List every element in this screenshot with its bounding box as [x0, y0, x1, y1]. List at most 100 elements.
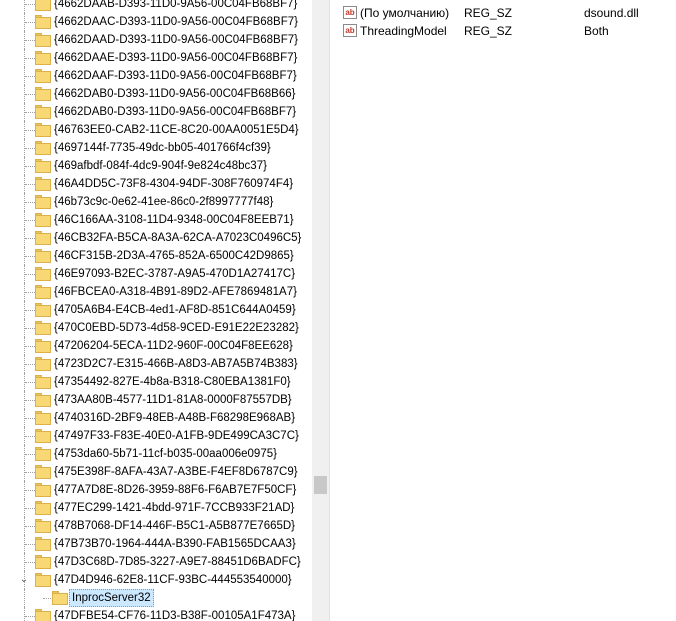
value-row[interactable]: ab ThreadingModel REG_SZ Both: [335, 22, 675, 40]
tree-item-label: {4697144f-7735-49dc-bb05-401766f4cf39}: [54, 142, 271, 154]
tree-key-item[interactable]: {478B7068-DF14-446F-B5C1-A5B877E7665D}: [0, 517, 312, 535]
tree-key-item[interactable]: {47206204-5ECA-11D2-960F-00C04F8EE628}: [0, 337, 312, 355]
value-row[interactable]: ab (По умолчанию) REG_SZ dsound.dll: [335, 4, 675, 22]
tree-branch-line: [25, 76, 35, 77]
tree-guide-line: [24, 607, 25, 621]
tree-guide-line: [24, 589, 25, 607]
value-data: dsound.dll: [584, 6, 639, 20]
tree-key-item[interactable]: {46FBCEA0-A318-4B91-89D2-AFE7869481A7}: [0, 283, 312, 301]
tree-item-label: {477EC299-1421-4bdd-971F-7CCB933F21AD}: [54, 502, 295, 514]
tree-key-item[interactable]: {46763EE0-CAB2-11CE-8C20-00AA0051E5D4}: [0, 121, 312, 139]
tree-key-item[interactable]: {46E97093-B2EC-3787-A9A5-470D1A27417C}: [0, 265, 312, 283]
tree-key-item[interactable]: {46CF315B-2D3A-4765-852A-6500C42D9865}: [0, 247, 312, 265]
folder-icon: [35, 321, 51, 335]
registry-key-tree[interactable]: {4662DAAB-D393-11D0-9A56-00C04FB68BF7} {4…: [0, 0, 312, 621]
folder-icon: [35, 555, 51, 569]
tree-key-item[interactable]: {4662DAAC-D393-11D0-9A56-00C04FB68BF7}: [0, 13, 312, 31]
registry-values-list[interactable]: ab (По умолчанию) REG_SZ dsound.dll ab Thread…: [335, 0, 676, 621]
folder-icon: [35, 393, 51, 407]
tree-branch-line: [25, 112, 35, 113]
tree-key-item[interactable]: {47497F33-F83E-40E0-A1FB-9DE499CA3C7C}: [0, 427, 312, 445]
tree-item-label: {46A4DD5C-73F8-4304-94DF-308F760974F4}: [54, 178, 294, 190]
tree-item-label: {47D3C68D-7D85-3227-A9E7-88451D6BADFC}: [54, 556, 301, 568]
folder-icon: [35, 609, 51, 621]
folder-icon: [35, 465, 51, 479]
tree-item-label: {46b73c9c-0e62-41ee-86c0-2f8997777f48}: [54, 196, 274, 208]
tree-branch-line: [25, 616, 35, 617]
folder-icon: [35, 483, 51, 497]
tree-key-item[interactable]: {475E398F-8AFA-43A7-A3BE-F4EF8D6787C9}: [0, 463, 312, 481]
folder-icon: [35, 213, 51, 227]
value-type: REG_SZ: [464, 6, 513, 20]
folder-icon: [35, 33, 51, 47]
tree-key-item[interactable]: {4662DAAE-D393-11D0-9A56-00C04FB68BF7}: [0, 49, 312, 67]
tree-item-label: {470C0EBD-5D73-4d58-9CED-E91E22E23282}: [54, 322, 299, 334]
tree-item-label: {46763EE0-CAB2-11CE-8C20-00AA0051E5D4}: [54, 124, 299, 136]
tree-branch-line: [25, 202, 35, 203]
tree-key-item[interactable]: {4705A6B4-E4CB-4ed1-AF8D-851C644A0459}: [0, 301, 312, 319]
tree-item-label: {4662DAB0-D393-11D0-9A56-00C04FB68BF7}: [54, 106, 297, 118]
tree-key-item[interactable]: {47354492-827E-4b8a-B318-C80EBA1381F0}: [0, 373, 312, 391]
tree-key-item[interactable]: {4662DAAF-D393-11D0-9A56-00C04FB68BF7}: [0, 67, 312, 85]
tree-item-label: {4753da60-5b71-11cf-b035-00aa006e0975}: [54, 448, 277, 460]
tree-key-item[interactable]: {470C0EBD-5D73-4d58-9CED-E91E22E23282}: [0, 319, 312, 337]
tree-key-item[interactable]: {4662DAAB-D393-11D0-9A56-00C04FB68BF7}: [0, 0, 312, 13]
folder-icon: [35, 123, 51, 137]
chevron-down-icon[interactable]: ⌄: [19, 575, 29, 585]
folder-icon: [35, 537, 51, 551]
tree-subkey-item[interactable]: InprocServer32: [0, 589, 312, 607]
tree-branch-line: [25, 274, 35, 275]
tree-key-item[interactable]: ⌄ {47D4D946-62E8-11CF-93BC-444553540000}: [0, 571, 312, 589]
tree-branch-line: [25, 490, 35, 491]
folder-icon: [35, 87, 51, 101]
tree-branch-line: [25, 256, 35, 257]
value-type: REG_SZ: [464, 24, 513, 38]
tree-key-item[interactable]: {46C166AA-3108-11D4-9348-00C04F8EEB71}: [0, 211, 312, 229]
tree-branch-line: [25, 526, 35, 527]
tree-rows: {4662DAAB-D393-11D0-9A56-00C04FB68BF7} {4…: [0, 0, 312, 621]
tree-key-item[interactable]: {477A7D8E-8D26-3959-88F6-F6AB7E7F50CF}: [0, 481, 312, 499]
tree-item-label: {46C166AA-3108-11D4-9348-00C04F8EEB71}: [54, 214, 294, 226]
tree-item-label: {4662DAAC-D393-11D0-9A56-00C04FB68BF7}: [54, 16, 298, 28]
tree-branch-line: [25, 310, 35, 311]
tree-branch-line: [25, 364, 35, 365]
tree-branch-line: [25, 562, 35, 563]
folder-icon: [35, 357, 51, 371]
tree-key-item[interactable]: {47D3C68D-7D85-3227-A9E7-88451D6BADFC}: [0, 553, 312, 571]
folder-icon: [35, 69, 51, 83]
tree-key-item[interactable]: {473AA80B-4577-11D1-81A8-0000F87557DB}: [0, 391, 312, 409]
tree-key-item[interactable]: {4662DAB0-D393-11D0-9A56-00C04FB68BF7}: [0, 103, 312, 121]
tree-key-item[interactable]: {46A4DD5C-73F8-4304-94DF-308F760974F4}: [0, 175, 312, 193]
tree-branch-line: [25, 328, 35, 329]
tree-key-item[interactable]: {469afbdf-084f-4dc9-904f-9e824c48bc37}: [0, 157, 312, 175]
folder-icon: [35, 267, 51, 281]
tree-branch-line: [25, 472, 35, 473]
tree-key-item[interactable]: {47DFBE54-CF76-11D3-B38F-00105A1F473A}: [0, 607, 312, 621]
tree-item-label: {4662DAAB-D393-11D0-9A56-00C04FB68BF7}: [54, 0, 298, 10]
folder-icon: [35, 105, 51, 119]
tree-key-item[interactable]: {4662DAAD-D393-11D0-9A56-00C04FB68BF7}: [0, 31, 312, 49]
tree-key-item[interactable]: {4740316D-2BF9-48EB-A48B-F68298E968AB}: [0, 409, 312, 427]
tree-item-label: {47497F33-F83E-40E0-A1FB-9DE499CA3C7C}: [54, 430, 299, 442]
tree-key-item[interactable]: {46b73c9c-0e62-41ee-86c0-2f8997777f48}: [0, 193, 312, 211]
tree-item-label: {47206204-5ECA-11D2-960F-00C04F8EE628}: [54, 340, 293, 352]
tree-vertical-scrollbar[interactable]: [312, 0, 329, 621]
scrollbar-thumb[interactable]: [314, 476, 327, 494]
tree-key-item[interactable]: {47B73B70-1964-444A-B390-FAB1565DCAA3}: [0, 535, 312, 553]
tree-item-label: {475E398F-8AFA-43A7-A3BE-F4EF8D6787C9}: [54, 466, 298, 478]
tree-key-item[interactable]: {4662DAB0-D393-11D0-9A56-00C04FB68B66}: [0, 85, 312, 103]
tree-item-label: {4740316D-2BF9-48EB-A48B-F68298E968AB}: [54, 412, 296, 424]
tree-branch-line: [25, 238, 35, 239]
tree-branch-line: [25, 508, 35, 509]
tree-key-item[interactable]: {4723D2C7-E315-466B-A8D3-AB7A5B74B383}: [0, 355, 312, 373]
tree-key-item[interactable]: {4697144f-7735-49dc-bb05-401766f4cf39}: [0, 139, 312, 157]
folder-icon: [35, 285, 51, 299]
value-name: (По умолчанию): [360, 6, 450, 20]
folder-icon: [35, 195, 51, 209]
tree-key-item[interactable]: {4753da60-5b71-11cf-b035-00aa006e0975}: [0, 445, 312, 463]
tree-branch-line: [25, 346, 35, 347]
tree-key-item[interactable]: {477EC299-1421-4bdd-971F-7CCB933F21AD}: [0, 499, 312, 517]
tree-key-item[interactable]: {46CB32FA-B5CA-8A3A-62CA-A7023C0496C5}: [0, 229, 312, 247]
tree-item-label: {46E97093-B2EC-3787-A9A5-470D1A27417C}: [54, 268, 296, 280]
string-value-icon: ab: [343, 24, 357, 37]
